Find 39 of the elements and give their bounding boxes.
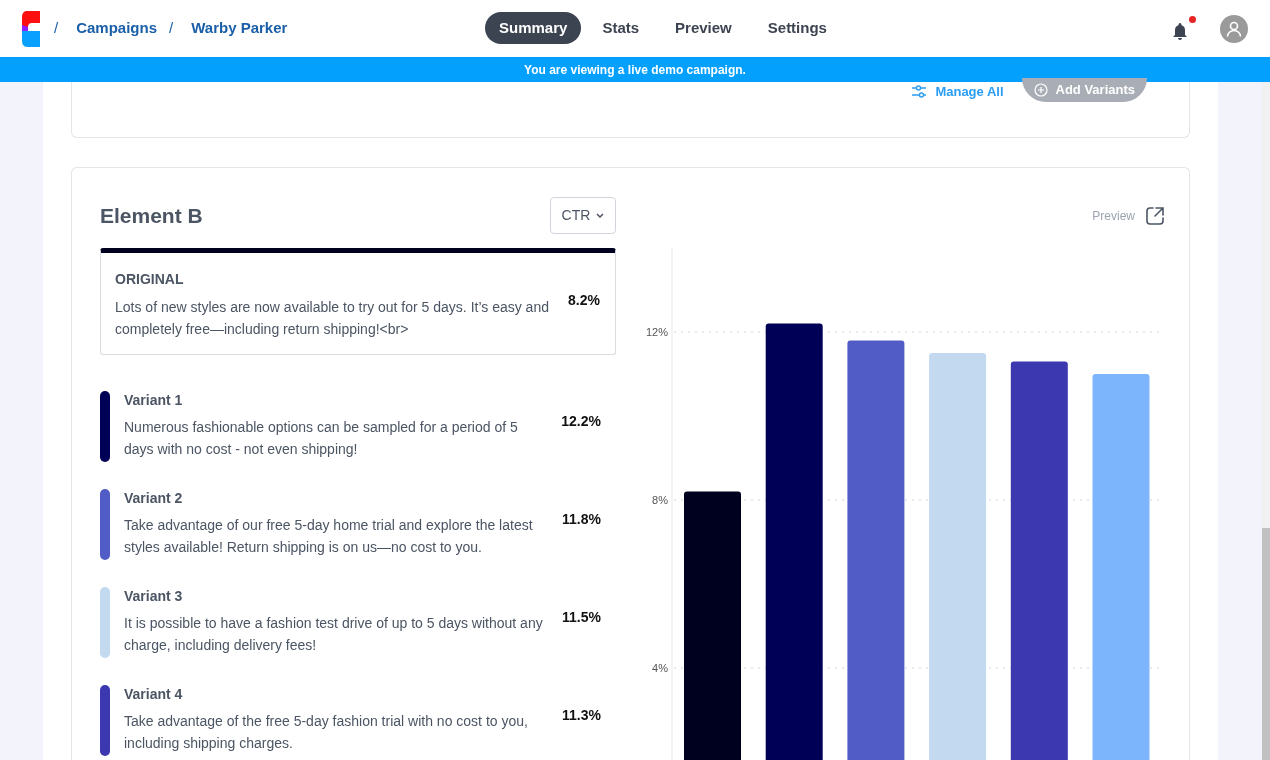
avatar-button[interactable] bbox=[1220, 14, 1248, 43]
ctr-value: 11.3% bbox=[562, 706, 601, 725]
variant-name: Variant 4 bbox=[124, 685, 184, 704]
variant-text: Take advantage of our free 5-day home trial and explore the latest styles available! Return shipping is on us—no cost to you. bbox=[124, 516, 534, 557]
external-link-icon[interactable] bbox=[1145, 205, 1165, 226]
scrollbar-thumb[interactable] bbox=[1262, 528, 1270, 760]
bell-icon bbox=[1172, 22, 1188, 41]
sliders-icon bbox=[911, 84, 928, 100]
breadcrumb-separator: / bbox=[54, 18, 59, 39]
breadcrumb-separator: / bbox=[169, 18, 174, 39]
variant-text: Take advantage of the free 5-day fashion trial with no cost to you, including shipping charges. bbox=[124, 712, 529, 753]
ctr-value: 12.2% bbox=[561, 412, 601, 431]
y-tick-label: 8% bbox=[652, 494, 668, 506]
breadcrumb-link[interactable]: Campaigns bbox=[76, 17, 158, 40]
nav-tab[interactable]: Settings bbox=[752, 12, 842, 44]
nav-tab[interactable]: Preview bbox=[660, 12, 747, 44]
variant-text: Numerous fashionable options can be sampled for a period of 5 days with no cost - not even shipping! bbox=[124, 418, 519, 459]
variant-name: Variant 3 bbox=[124, 587, 184, 606]
nav-tab[interactable]: Summary bbox=[485, 12, 582, 44]
y-tick-label: 12% bbox=[645, 326, 668, 338]
original-label: ORIGINAL bbox=[115, 270, 185, 289]
metric-dropdown[interactable]: CTR bbox=[550, 197, 616, 234]
breadcrumb-link[interactable]: Warby Parker bbox=[191, 17, 288, 40]
nav-tab[interactable]: Stats bbox=[587, 12, 655, 44]
chevron-down-icon bbox=[596, 213, 605, 218]
notification-button[interactable] bbox=[1172, 14, 1198, 43]
element-title: Element B bbox=[100, 202, 203, 229]
y-tick-label: 4% bbox=[652, 662, 668, 674]
variant-text: It is possible to have a fashion test drive of up to 5 days without any charge, including delivery fees! bbox=[124, 614, 544, 655]
plus-circle-icon bbox=[1033, 83, 1048, 97]
user-icon bbox=[1226, 20, 1242, 37]
ctr-value: 8.2% bbox=[568, 291, 600, 310]
original-text: Lots of new styles are now available to try out for 5 days. It’s easy and completely free—including return shipping!<br> bbox=[115, 298, 550, 339]
ctr-value: 11.5% bbox=[562, 608, 601, 627]
demo-banner: You are viewing a live demo campaign. bbox=[0, 57, 1270, 82]
variant-name: Variant 1 bbox=[124, 391, 184, 410]
logo-icon[interactable] bbox=[22, 10, 42, 47]
variant-name: Variant 2 bbox=[124, 489, 184, 508]
ctr-value: 11.8% bbox=[562, 510, 601, 529]
